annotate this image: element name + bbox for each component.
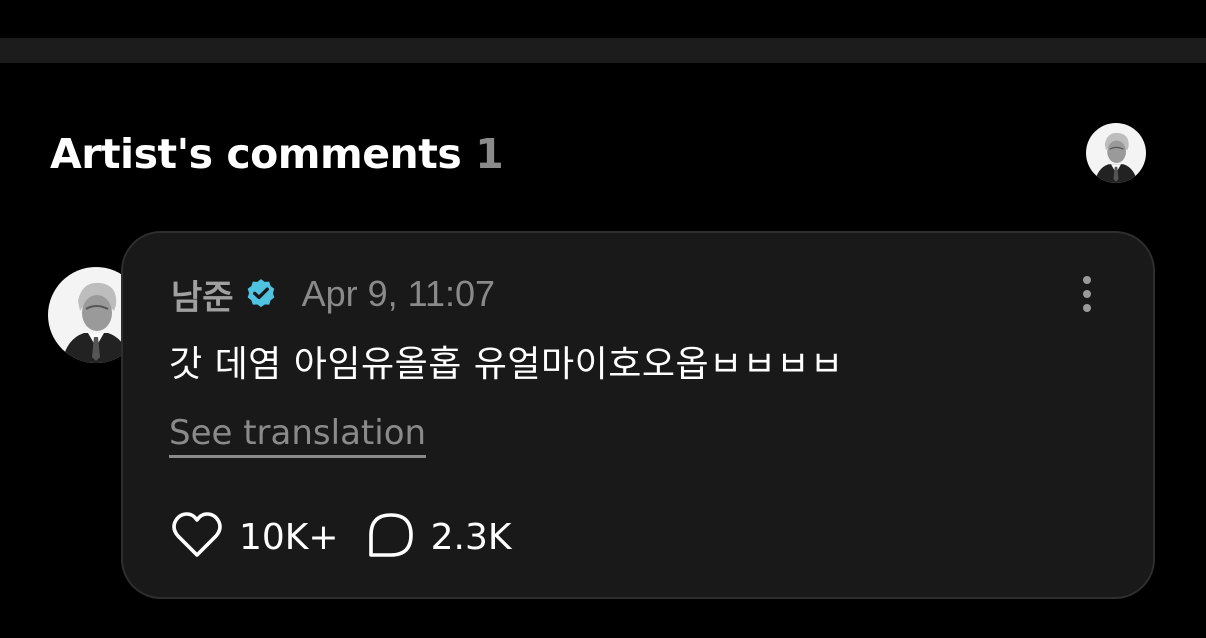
speech-bubble-icon (367, 511, 415, 564)
heart-icon (171, 511, 223, 564)
reply-button[interactable]: 2.3K (367, 511, 512, 564)
section-divider (0, 38, 1206, 63)
more-options-button[interactable] (1073, 271, 1101, 317)
like-count: 10K+ (239, 516, 339, 558)
reply-count: 2.3K (430, 516, 512, 558)
author-name[interactable]: 남준 (171, 270, 234, 319)
section-title: Artist's comments (50, 130, 462, 178)
comment-card[interactable]: 남준 Apr 9, 11:07 갓 데염 아임유올홉 유얼마이호오옵ㅂㅂㅂㅂ S… (121, 231, 1155, 599)
see-translation-link[interactable]: See translation (169, 413, 427, 458)
comment-header: 남준 Apr 9, 11:07 (171, 270, 496, 319)
more-vertical-icon (1083, 276, 1091, 284)
section-count: 1 (475, 130, 504, 178)
section-header: Artist's comments 1 (50, 124, 504, 184)
comment-timestamp: Apr 9, 11:07 (301, 273, 496, 314)
artist-avatar-button[interactable] (1086, 123, 1146, 183)
like-button[interactable]: 10K+ (171, 511, 339, 564)
verified-badge-icon (244, 277, 278, 311)
comment-actions: 10K+ 2.3K (171, 509, 511, 565)
comment-text: 갓 데염 아임유올홉 유얼마이호오옵ㅂㅂㅂㅂ (169, 344, 844, 385)
